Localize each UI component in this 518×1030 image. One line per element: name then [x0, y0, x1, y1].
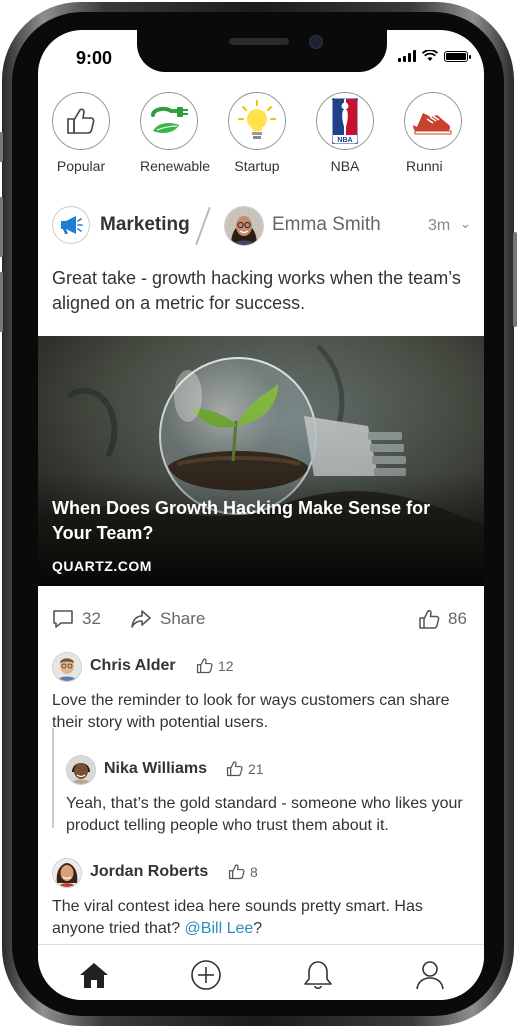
likes-count: 86: [448, 609, 467, 628]
share-label: Share: [160, 609, 206, 628]
comment-like-button[interactable]: 12: [196, 657, 234, 674]
topic-popular[interactable]: Popular: [52, 92, 140, 174]
notch: [137, 30, 387, 72]
topic-label: Startup: [234, 158, 280, 174]
commenter-avatar[interactable]: [66, 755, 96, 785]
add-circle-icon: [191, 960, 221, 990]
svg-text:NBA: NBA: [337, 137, 352, 144]
volume-up-button: [0, 197, 3, 257]
thumbs-up-icon: [228, 864, 245, 880]
article-title[interactable]: When Does Growth Hacking Make Sense for …: [52, 496, 472, 546]
thumbs-up-icon: [419, 609, 440, 629]
power-button: [513, 232, 517, 327]
commenter-name[interactable]: Chris Alder: [90, 657, 176, 675]
like-button[interactable]: 86: [418, 608, 467, 630]
topic-running[interactable]: Runni: [404, 92, 484, 174]
nav-create[interactable]: [188, 957, 224, 993]
commenter-avatar[interactable]: [52, 858, 82, 888]
volume-down-button: [0, 272, 3, 332]
status-icons: [398, 50, 471, 62]
bottom-nav: [38, 944, 484, 1000]
thumbs-up-icon: [52, 92, 110, 150]
article-card[interactable]: When Does Growth Hacking Make Sense for …: [38, 336, 484, 586]
phone-frame: 9:00 Popular Renewable Startup NBA NBA R…: [0, 2, 517, 1026]
nba-logo-icon: NBA: [316, 92, 374, 150]
channel-name[interactable]: Marketing: [100, 214, 190, 236]
comment-text: Yeah, that’s the gold standard - someone…: [66, 795, 463, 834]
topic-nba[interactable]: NBA NBA: [316, 92, 404, 174]
nav-home[interactable]: [76, 957, 112, 993]
comments-count: 32: [82, 609, 101, 628]
lightbulb-icon: [228, 92, 286, 150]
nav-profile[interactable]: [412, 957, 448, 993]
mention-link[interactable]: @Bill Lee: [185, 920, 254, 937]
share-button[interactable]: Share: [130, 608, 205, 630]
home-icon: [80, 963, 108, 988]
comment-text: The viral contest idea here sounds prett…: [52, 896, 466, 940]
nav-notifications[interactable]: [300, 957, 336, 993]
topic-row: Popular Renewable Startup NBA NBA Runni: [52, 92, 484, 174]
topic-label: Runni: [406, 158, 443, 174]
post-header: Marketing Emma Smith 3m ⌄: [52, 204, 472, 246]
comment-icon: [53, 610, 73, 628]
cellular-signal-icon: [398, 50, 416, 62]
commenter-name[interactable]: Nika Williams: [104, 760, 207, 778]
megaphone-icon[interactable]: [52, 206, 90, 244]
comment-like-button[interactable]: 21: [226, 760, 264, 777]
comment-like-button[interactable]: 8: [228, 863, 258, 880]
comment-button[interactable]: 32: [52, 608, 101, 630]
topic-label: NBA: [330, 158, 360, 174]
topic-startup[interactable]: Startup: [228, 92, 316, 174]
battery-icon: [444, 51, 471, 62]
profile-icon: [416, 961, 444, 990]
post-time: 3m: [428, 217, 451, 234]
topic-renewable[interactable]: Renewable: [140, 92, 228, 174]
screen: 9:00 Popular Renewable Startup NBA NBA R…: [38, 30, 484, 1000]
thumbs-up-icon: [196, 658, 213, 674]
reply-indent-bar: [52, 728, 54, 828]
status-time: 9:00: [76, 48, 113, 68]
comment-likes: 8: [250, 863, 258, 880]
wifi-icon: [422, 50, 438, 61]
chevron-down-icon[interactable]: ⌄: [460, 216, 471, 232]
article-image: [38, 336, 484, 586]
share-icon: [131, 610, 151, 628]
post-text: Great take - growth hacking works when t…: [52, 268, 461, 313]
running-shoe-icon: [404, 92, 462, 150]
author-avatar[interactable]: [224, 206, 264, 246]
bell-icon: [304, 961, 332, 990]
topic-label: Renewable: [140, 158, 211, 174]
comment-text-end: ?: [253, 920, 263, 937]
front-camera: [309, 35, 323, 49]
comment-likes: 12: [218, 657, 234, 674]
article-source: QUARTZ.COM: [52, 558, 152, 574]
mute-switch: [0, 132, 3, 162]
commenter-name[interactable]: Jordan Roberts: [90, 863, 208, 881]
thumbs-up-icon: [226, 761, 243, 777]
topic-label: Popular: [56, 158, 106, 174]
author-name[interactable]: Emma Smith: [272, 214, 381, 236]
commenter-avatar[interactable]: [52, 652, 82, 682]
plug-leaf-icon: [140, 92, 198, 150]
comment-likes: 21: [248, 760, 264, 777]
post-actions: 32 Share 86: [52, 606, 472, 636]
comment-text: Love the reminder to look for ways custo…: [52, 692, 450, 731]
speaker-grille: [229, 38, 289, 45]
divider: [195, 206, 211, 246]
